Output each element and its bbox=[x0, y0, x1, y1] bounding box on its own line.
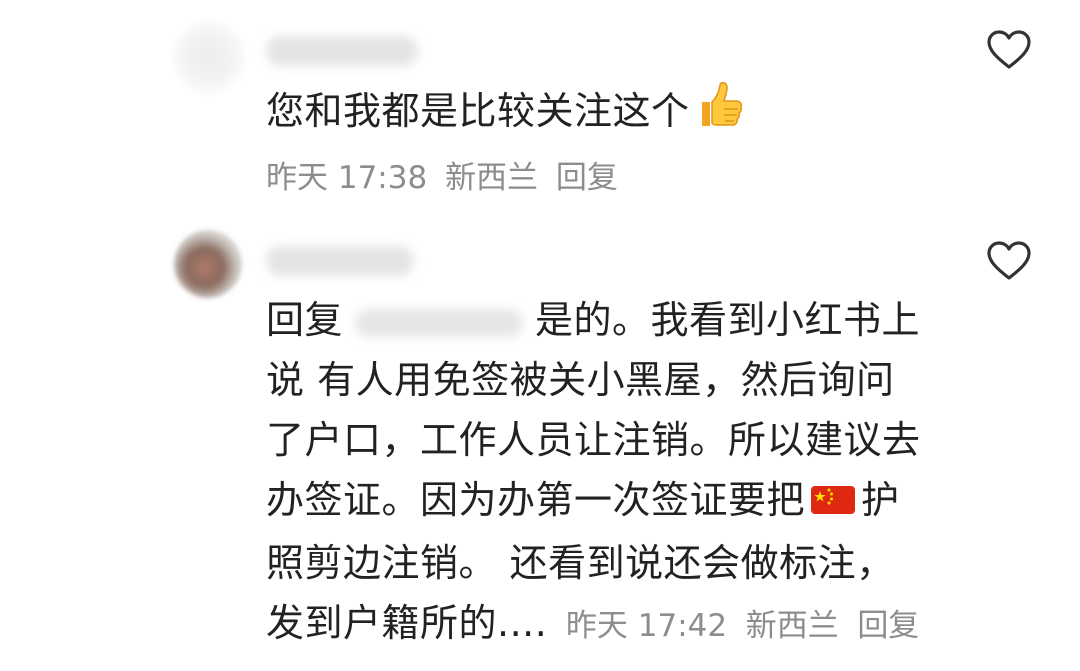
username-blurred[interactable] bbox=[266, 36, 418, 66]
comment-line: 了户口，工作人员让注销。所以建议去 bbox=[266, 418, 921, 462]
like-heart-icon[interactable] bbox=[986, 240, 1032, 282]
comment-body-line: 发到户籍所的.... bbox=[266, 600, 548, 645]
comment-body: 您和我都是比较关注这个 bbox=[266, 89, 690, 133]
avatar[interactable] bbox=[174, 22, 244, 92]
comment-line: 照剪边注销。 还看到说还会做标注， bbox=[266, 540, 895, 585]
comment-item: 您和我都是比较关注这个 昨天 17:38 新西兰 回复 bbox=[0, 0, 1080, 220]
comment-time: 昨天 17:42 bbox=[565, 607, 728, 644]
comment-body-line: 办签证。因为办第一次签证要把 bbox=[266, 478, 806, 522]
reply-button[interactable]: 回复 bbox=[857, 608, 919, 644]
reply-prefix: 回复 bbox=[266, 298, 344, 342]
comment-line: 发到户籍所的.... 昨天 17:42 新西兰 回复 bbox=[266, 593, 921, 656]
comment-body-line: 护 bbox=[861, 478, 900, 522]
comment-text: 回复 是的。我看到小红书上 说 有人用免签被关小黑屋，然后询问 了户口，工作人员让… bbox=[266, 290, 921, 656]
comment-body-line: 是的。我看到小红书上 bbox=[535, 298, 921, 342]
comment-time: 昨天 17:38 bbox=[266, 160, 428, 196]
china-flag-icon bbox=[811, 473, 856, 533]
comment-meta: 昨天 17:38 新西兰 回复 bbox=[266, 152, 618, 197]
avatar[interactable] bbox=[174, 230, 242, 298]
comment-line: 回复 是的。我看到小红书上 bbox=[266, 290, 921, 350]
username-blurred[interactable] bbox=[266, 246, 414, 276]
comment-text: 您和我都是比较关注这个 bbox=[266, 80, 744, 147]
comment-line: 办签证。因为办第一次签证要把 护 bbox=[266, 470, 921, 533]
like-heart-icon[interactable] bbox=[986, 29, 1032, 71]
mention-blurred[interactable] bbox=[355, 308, 524, 337]
thumbs-up-icon bbox=[694, 80, 744, 147]
comment-location: 新西兰 bbox=[445, 160, 539, 196]
comment-location: 新西兰 bbox=[745, 607, 839, 644]
comment-line: 说 有人用免签被关小黑屋，然后询问 bbox=[266, 358, 895, 402]
comment-item: 回复 是的。我看到小红书上 说 有人用免签被关小黑屋，然后询问 了户口，工作人员让… bbox=[0, 220, 1080, 671]
reply-button[interactable]: 回复 bbox=[556, 160, 618, 196]
